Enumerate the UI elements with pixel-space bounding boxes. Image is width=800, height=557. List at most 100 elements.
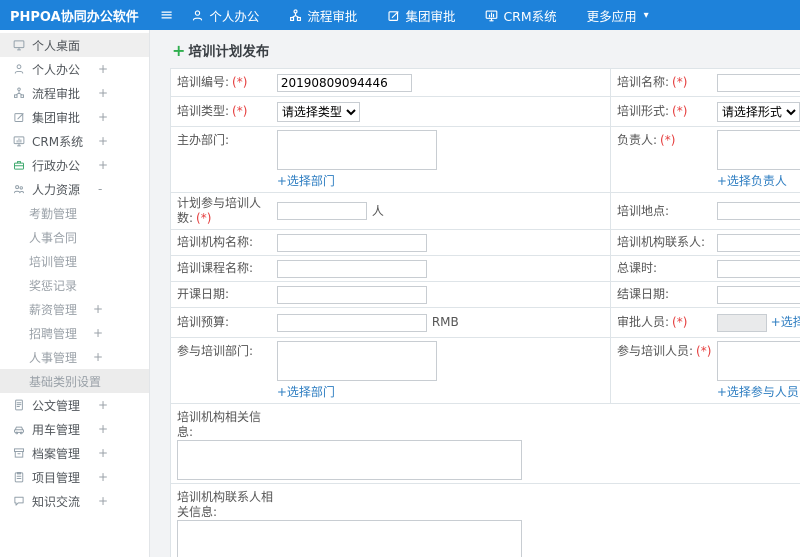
participating-dept-textarea[interactable] xyxy=(276,341,437,381)
select-personnel-link[interactable]: +选择参与人员 xyxy=(717,383,799,400)
sidebar-item-hr[interactable]: 人力资源 - xyxy=(0,177,149,201)
org-contact-info-textarea[interactable] xyxy=(177,520,522,557)
start-date-field[interactable] xyxy=(276,285,427,304)
sidebar: 个人桌面 个人办公 + 流程审批 + 集团审批 + CRM系统 + 行政办公 + xyxy=(0,30,150,557)
select-dept-link[interactable]: +选择部门 xyxy=(277,383,335,400)
host-dept-textarea[interactable] xyxy=(276,130,437,170)
sidebar-subitem-personnel[interactable]: 人事管理 + xyxy=(0,345,149,369)
required-mark: (*) xyxy=(672,315,688,330)
required-mark: (*) xyxy=(232,104,248,118)
expand-mark[interactable]: + xyxy=(98,158,108,172)
expand-mark[interactable]: + xyxy=(98,494,108,508)
org-info-textarea[interactable] xyxy=(177,440,522,480)
expand-mark[interactable]: + xyxy=(93,326,103,340)
document-icon xyxy=(13,399,32,411)
unit-label: 人 xyxy=(371,203,384,218)
sidebar-subitem-rewards[interactable]: 奖惩记录 xyxy=(0,273,149,297)
sidebar-subitem-attendance[interactable]: 考勤管理 xyxy=(0,201,149,225)
select-dept-link[interactable]: +选择部门 xyxy=(277,172,335,189)
start-date-label: 开课日期: xyxy=(177,287,230,301)
collapse-mark[interactable]: - xyxy=(98,182,102,196)
archive-icon xyxy=(13,447,32,459)
main-content: + 培训计划发布 培训编号:(*) 培训名称:(*) 培训类型:(*) 请选择类… xyxy=(150,30,800,557)
participant-count-field[interactable] xyxy=(276,202,367,220)
training-type-label: 培训类型: xyxy=(177,104,230,118)
leader-textarea[interactable] xyxy=(716,130,800,170)
end-date-field[interactable] xyxy=(716,285,800,304)
expand-mark[interactable]: + xyxy=(98,398,108,412)
expand-mark[interactable]: + xyxy=(93,350,103,364)
required-mark: (*) xyxy=(672,104,688,118)
location-field[interactable] xyxy=(716,202,800,220)
training-code-label: 培训编号: xyxy=(177,75,230,89)
app-logo: PHPOA协同办公软件 xyxy=(10,9,139,25)
sidebar-item-vehicles[interactable]: 用车管理 + xyxy=(0,417,149,441)
sidebar-item-archives[interactable]: 档案管理 + xyxy=(0,441,149,465)
nav-label: 更多应用 xyxy=(586,8,637,24)
org-name-label: 培训机构名称: xyxy=(177,235,254,249)
training-form-select[interactable]: 请选择形式 xyxy=(716,101,800,122)
sidebar-item-desktop[interactable]: 个人桌面 xyxy=(0,33,149,57)
expand-mark[interactable]: + xyxy=(98,422,108,436)
desktop-icon xyxy=(13,39,32,51)
sidebar-item-crm[interactable]: CRM系统 + xyxy=(0,129,149,153)
org-contact-field[interactable] xyxy=(716,233,800,252)
sidebar-item-process-approval[interactable]: 流程审批 + xyxy=(0,81,149,105)
budget-field[interactable] xyxy=(276,313,427,332)
training-plan-form: 培训编号:(*) 培训名称:(*) 培训类型:(*) 请选择类型 培训形式:(*… xyxy=(170,68,800,557)
org-name-field[interactable] xyxy=(276,233,427,252)
top-nav: 个人办公 流程审批 集团审批 CRM系统 更多应用 ▾ xyxy=(191,6,678,25)
expand-mark[interactable]: + xyxy=(98,110,108,124)
person-icon xyxy=(13,63,32,75)
total-hours-label: 总课时: xyxy=(617,261,658,275)
expand-mark[interactable]: + xyxy=(98,62,108,76)
clipboard-icon xyxy=(13,471,32,483)
sidebar-item-projects[interactable]: 项目管理 + xyxy=(0,465,149,489)
approver-field[interactable] xyxy=(716,313,767,332)
training-name-field[interactable] xyxy=(716,73,800,92)
participating-personnel-textarea[interactable] xyxy=(716,341,800,381)
budget-label: 培训预算: xyxy=(177,315,230,329)
nav-group-approval[interactable]: 集团审批 xyxy=(387,6,455,25)
flow-icon xyxy=(289,8,302,22)
leader-label: 负责人: xyxy=(617,133,658,147)
required-mark: (*) xyxy=(196,211,212,225)
required-mark: (*) xyxy=(660,133,676,147)
nav-process-approval[interactable]: 流程审批 xyxy=(289,6,357,25)
expand-mark[interactable]: + xyxy=(93,302,103,316)
training-code-field[interactable] xyxy=(276,73,412,92)
sidebar-subitem-training[interactable]: 培训管理 xyxy=(0,249,149,273)
expand-mark[interactable]: + xyxy=(98,446,108,460)
nav-personal-office[interactable]: 个人办公 xyxy=(191,6,259,25)
sidebar-item-group-approval[interactable]: 集团审批 + xyxy=(0,105,149,129)
sidebar-subitem-salary[interactable]: 薪资管理 + xyxy=(0,297,149,321)
menu-toggle-icon[interactable]: ≡ xyxy=(160,7,173,23)
sidebar-item-documents[interactable]: 公文管理 + xyxy=(0,393,149,417)
expand-mark[interactable]: + xyxy=(98,86,108,100)
sidebar-subitem-recruit[interactable]: 招聘管理 + xyxy=(0,321,149,345)
expand-mark[interactable]: + xyxy=(98,134,108,148)
sidebar-subitem-hr-contract[interactable]: 人事合同 xyxy=(0,225,149,249)
nav-more-apps[interactable]: 更多应用 ▾ xyxy=(587,6,649,25)
sidebar-item-personal-office[interactable]: 个人办公 + xyxy=(0,57,149,81)
org-contact-label: 培训机构联系人: xyxy=(617,235,706,249)
expand-mark[interactable]: + xyxy=(98,470,108,484)
nav-label: CRM系统 xyxy=(503,8,557,24)
add-icon: + xyxy=(172,40,186,60)
total-hours-field[interactable] xyxy=(716,259,800,278)
sidebar-item-admin-office[interactable]: 行政办公 + xyxy=(0,153,149,177)
training-type-select[interactable]: 请选择类型 xyxy=(276,101,360,122)
required-mark: (*) xyxy=(696,344,712,358)
select-leader-link[interactable]: +选择负责人 xyxy=(717,172,787,189)
topbar: PHPOA协同办公软件 ≡ 个人办公 流程审批 集团审批 CRM系统 更多应用 … xyxy=(0,0,800,30)
participant-count-label: 计划参与培训人数: xyxy=(177,196,262,225)
nav-label: 集团审批 xyxy=(405,8,456,24)
select-approver-link[interactable]: +选择审批人员 xyxy=(771,315,800,329)
sidebar-item-knowledge[interactable]: 知识交流 + xyxy=(0,489,149,513)
chevron-down-icon: ▾ xyxy=(643,9,649,21)
person-icon xyxy=(191,9,204,22)
course-name-field[interactable] xyxy=(276,259,427,278)
nav-crm[interactable]: CRM系统 xyxy=(485,6,557,25)
participating-personnel-label: 参与培训人员: xyxy=(617,344,694,358)
sidebar-subitem-base-category[interactable]: 基础类别设置 xyxy=(0,369,149,393)
